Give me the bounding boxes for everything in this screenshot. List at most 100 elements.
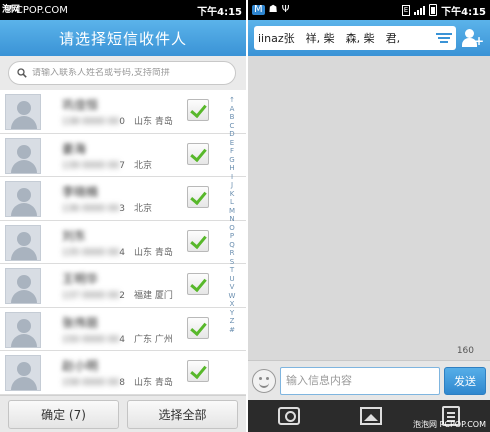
status-time: 下午4:15 <box>197 6 242 18</box>
avatar <box>5 355 41 391</box>
list-item[interactable]: 姜海 139 0000 007 北京 <box>0 134 246 177</box>
alphabet-letter[interactable]: T <box>230 266 234 275</box>
avatar <box>5 137 41 174</box>
select-checkbox[interactable] <box>187 229 209 252</box>
list-item[interactable]: 刘东 135 0000 004 山东 青岛 <box>0 221 246 264</box>
alphabet-index[interactable]: ↑ A B C D E F G H I J K L M N O P Q R S T U V W X Y Z # <box>227 96 237 334</box>
select-checkbox[interactable] <box>187 316 209 339</box>
page-title: 请选择短信收件人 <box>0 20 246 56</box>
contact-info: 139 0000 007 北京 <box>62 160 153 171</box>
alphabet-letter[interactable]: ↑ <box>229 96 235 105</box>
select-checkbox[interactable] <box>187 360 209 382</box>
contact-info: 137 0000 002 福建 厦门 <box>62 291 173 301</box>
recipient-header: iinaz张 祥, 柴 森, 柴 君, + <box>248 20 490 56</box>
compose-screen: M ☗ Ψ E 下午4:15 iinaz张 祥, 柴 森, 柴 君, + 160… <box>248 0 490 432</box>
alphabet-letter[interactable]: B <box>230 113 235 122</box>
list-item[interactable]: 王明华 137 0000 002 福建 厦门 <box>0 264 246 308</box>
list-item[interactable]: 李晓楠 136 0000 003 北京 <box>0 177 246 221</box>
contact-list: 巩佳恒 138 0000 000 山东 青岛 姜海 139 0000 007 北… <box>0 90 246 395</box>
add-recipient-icon[interactable]: + <box>462 27 484 49</box>
picture-icon[interactable] <box>360 407 382 425</box>
search-bar <box>0 56 246 90</box>
contact-info: 158 0000 008 山东 青岛 <box>62 378 173 388</box>
alphabet-letter[interactable]: V <box>230 283 235 292</box>
select-checkbox[interactable] <box>187 142 209 165</box>
list-item[interactable]: 张伟丽 150 0000 004 广东 广州 <box>0 308 246 351</box>
alphabet-letter[interactable]: A <box>230 105 235 114</box>
char-counter: 160 <box>456 346 474 356</box>
alphabet-letter[interactable]: O <box>229 224 235 233</box>
select-checkbox[interactable] <box>187 186 209 208</box>
android-icon: ☗ <box>268 4 278 15</box>
contact-name: 巩佳恒 <box>62 98 99 112</box>
contact-name: 李晓楠 <box>62 185 99 199</box>
list-item[interactable]: 巩佳恒 138 0000 000 山东 青岛 <box>0 90 246 134</box>
list-item[interactable]: 赵小明 158 0000 008 山东 青岛 <box>0 351 246 395</box>
avatar <box>5 94 41 130</box>
alphabet-letter[interactable]: E <box>230 139 234 148</box>
message-input[interactable] <box>280 366 440 395</box>
alphabet-letter[interactable]: X <box>230 300 235 309</box>
contact-picker-screen: Ψ CPOP.COM 下午4:15 泡网 请选择短信收件人 巩佳恒 138 00… <box>0 0 246 432</box>
alphabet-letter[interactable]: R <box>230 249 235 258</box>
contact-name: 赵小明 <box>62 359 99 373</box>
contact-info: 150 0000 004 广东 广州 <box>62 334 173 345</box>
usb-icon: Ψ <box>281 4 290 15</box>
status-time: 下午4:15 <box>441 6 486 18</box>
select-all-button[interactable]: 选择全部 <box>127 400 238 429</box>
alphabet-letter[interactable]: S <box>230 258 234 267</box>
contact-info: 136 0000 003 北京 <box>62 204 153 214</box>
contact-info: 135 0000 004 山东 青岛 <box>62 247 173 258</box>
alphabet-letter[interactable]: K <box>230 190 235 199</box>
alphabet-letter[interactable]: C <box>230 122 235 131</box>
emoji-icon[interactable] <box>252 368 276 393</box>
watermark: 泡泡网 PCPOP.COM <box>413 420 486 429</box>
alphabet-letter[interactable]: F <box>230 147 234 156</box>
alphabet-letter[interactable]: # <box>229 326 235 335</box>
select-checkbox[interactable] <box>187 99 209 121</box>
carrier-label: CPOP.COM <box>15 4 68 16</box>
alphabet-letter[interactable]: W <box>229 292 236 301</box>
avatar <box>5 181 41 217</box>
expand-list-icon[interactable] <box>436 33 452 43</box>
alphabet-letter[interactable]: J <box>231 181 233 190</box>
contact-info: 138 0000 000 山东 青岛 <box>62 117 173 127</box>
search-box[interactable] <box>8 61 236 85</box>
action-bar: 确定 (7) 选择全部 <box>0 395 246 432</box>
search-input[interactable] <box>32 68 227 78</box>
watermark: 泡网 <box>2 5 21 15</box>
avatar <box>5 268 41 304</box>
avatar <box>5 311 41 348</box>
status-bar: M ☗ Ψ E 下午4:15 <box>248 0 490 20</box>
send-button[interactable]: 发送 <box>444 366 486 395</box>
network-e-icon: E <box>401 4 411 16</box>
contact-name: 刘东 <box>62 228 87 243</box>
avatar <box>5 224 41 261</box>
alphabet-letter[interactable]: Z <box>230 317 235 326</box>
battery-icon <box>429 4 438 16</box>
alphabet-letter[interactable]: N <box>229 215 234 224</box>
alphabet-letter[interactable]: I <box>231 173 233 182</box>
alphabet-letter[interactable]: M <box>229 207 235 216</box>
contact-name: 张伟丽 <box>62 315 99 330</box>
confirm-button[interactable]: 确定 (7) <box>8 400 119 429</box>
alphabet-letter[interactable]: D <box>229 130 234 139</box>
composer-bar: 发送 <box>248 360 490 400</box>
alphabet-letter[interactable]: U <box>229 275 234 284</box>
alphabet-letter[interactable]: H <box>229 164 234 173</box>
contact-name: 王明华 <box>62 272 99 286</box>
signal-bars-icon <box>414 5 426 15</box>
contact-name: 姜海 <box>62 141 87 156</box>
recipients-field[interactable]: iinaz张 祥, 柴 森, 柴 君, <box>254 26 456 50</box>
alphabet-letter[interactable]: L <box>230 198 234 207</box>
search-icon <box>17 68 27 78</box>
message-area <box>248 56 490 356</box>
status-bar: Ψ CPOP.COM 下午4:15 <box>0 0 246 20</box>
alphabet-letter[interactable]: Q <box>229 241 235 250</box>
alphabet-letter[interactable]: G <box>229 156 234 165</box>
alphabet-letter[interactable]: Y <box>230 309 234 318</box>
alphabet-letter[interactable]: P <box>230 232 234 241</box>
select-checkbox[interactable] <box>187 273 209 295</box>
recipients-text: iinaz张 祥, 柴 森, 柴 君, <box>258 32 401 45</box>
camera-icon[interactable] <box>278 407 300 425</box>
